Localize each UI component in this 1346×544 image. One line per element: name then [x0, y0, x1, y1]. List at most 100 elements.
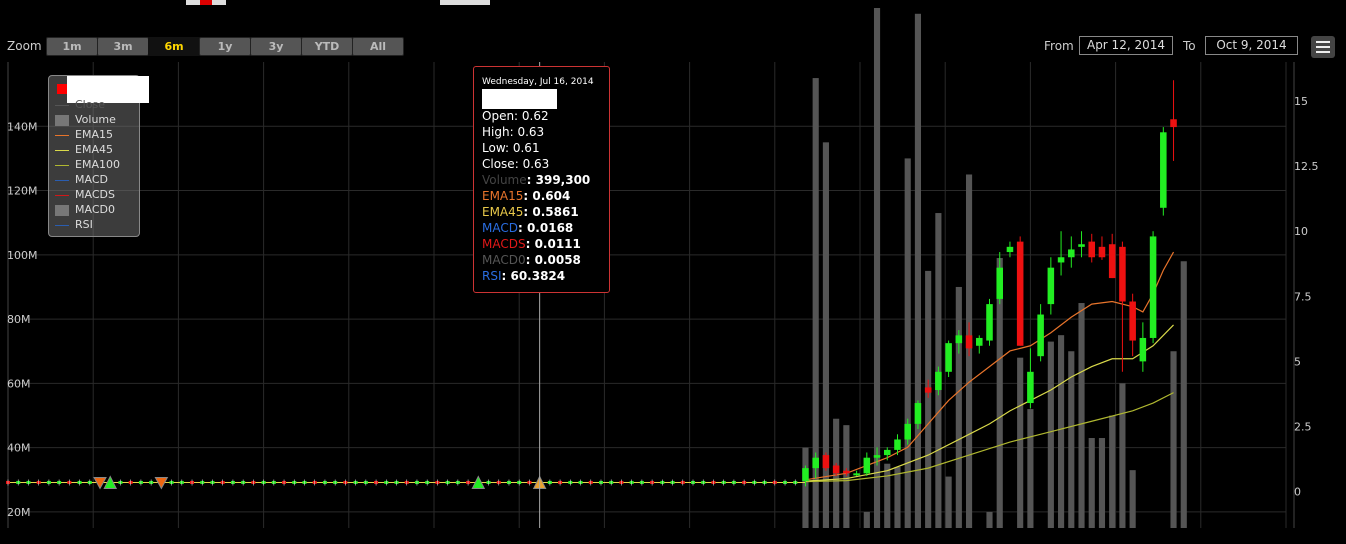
volume-bar: [1047, 341, 1054, 528]
legend-item-close[interactable]: Close: [55, 98, 105, 112]
volume-bar: [955, 286, 962, 528]
right-axis-tick-label: 0: [1294, 486, 1301, 499]
left-axis-tick-label: 140M: [7, 120, 38, 133]
legend-symbol-swatch: [57, 84, 67, 94]
volume-bar: [843, 425, 850, 528]
legend-item-macds[interactable]: MACDS: [55, 188, 115, 202]
volume-bar: [1170, 351, 1177, 528]
volume-bar: [1119, 383, 1126, 528]
legend-item-rsi[interactable]: RSI: [55, 218, 93, 232]
legend-swatch: [55, 179, 69, 181]
candle-body: [812, 457, 819, 469]
left-axis-tick-label: 60M: [7, 377, 31, 390]
volume-bar: [1088, 438, 1095, 528]
tooltip-redacted-box: [482, 89, 557, 109]
legend-item-volume[interactable]: Volume: [55, 113, 116, 127]
chart-legend: Close Volume EMA15 EMA45 EMA100 MACD MACDS MACD…: [48, 75, 149, 237]
legend-item-ema45[interactable]: EMA45: [55, 143, 113, 157]
candle-body: [1119, 246, 1126, 302]
candle-body: [965, 335, 973, 349]
tooltip-close: Close: 0.63: [482, 157, 550, 171]
volume-bar: [1098, 438, 1106, 528]
candle-body: [996, 267, 1003, 299]
legend-item-macd[interactable]: MACD: [55, 173, 108, 187]
to-label: To: [1183, 39, 1196, 53]
zoom-3m-button[interactable]: 3m: [97, 37, 149, 56]
tooltip-volume: Volume: 399,300: [482, 173, 591, 187]
candle-body: [1088, 241, 1096, 258]
to-date-input[interactable]: Oct 9, 2014: [1205, 36, 1298, 55]
right-axis-tick-label: 12.5: [1294, 160, 1319, 173]
candle-body: [1006, 246, 1014, 253]
right-axis-tick-label: 15: [1294, 95, 1308, 108]
candle-body: [873, 455, 881, 458]
volume-bar: [1078, 303, 1085, 528]
candle-body: [1129, 301, 1136, 341]
candle-body: [1098, 246, 1106, 258]
candle-body: [1170, 119, 1177, 128]
left-axis-tick-label: 120M: [7, 185, 38, 198]
tooltip-ema45: EMA45: 0.5861: [482, 205, 579, 219]
ema45-line: [805, 324, 1174, 482]
left-axis-tick-label: 40M: [7, 442, 31, 455]
legend-swatch: [55, 134, 69, 136]
candle-body: [1078, 244, 1085, 247]
zoom-label: Zoom: [7, 39, 42, 53]
left-axis-tick-label: 100M: [7, 249, 38, 262]
zoom-3y-button[interactable]: 3y: [250, 37, 302, 56]
candle-body: [822, 455, 830, 469]
candle-body: [1108, 244, 1116, 279]
candle-body: [904, 423, 911, 440]
legend-item-macd0[interactable]: MACD0: [55, 203, 115, 217]
legend-swatch: [55, 104, 69, 106]
candle-body: [843, 470, 850, 474]
candle-body: [1047, 267, 1055, 305]
candle-body: [1160, 132, 1167, 208]
candle-body: [832, 465, 840, 474]
candle-body: [1016, 241, 1024, 346]
toolbar-button[interactable]: [440, 0, 490, 5]
candle-body: [1037, 314, 1044, 357]
volume-bar: [925, 270, 932, 528]
legend-item-ema15[interactable]: EMA15: [55, 128, 113, 142]
left-axis-tick-label: 20M: [7, 506, 31, 519]
candle-body: [935, 371, 942, 391]
from-date-input[interactable]: Apr 12, 2014: [1079, 36, 1173, 55]
legend-swatch: [55, 224, 69, 226]
zoom-all-button[interactable]: All: [352, 37, 404, 56]
candle-body: [1027, 371, 1034, 404]
price-chart[interactable]: 20M 40M 60M 80M 100M 120M 140M 0 2.5 5 7.5 10 12.5 15: [0, 0, 1346, 544]
right-axis-tick-label: 7.5: [1294, 290, 1312, 303]
volume-bar: [986, 511, 993, 528]
hamburger-icon[interactable]: [1311, 36, 1335, 58]
candle-body: [955, 335, 963, 344]
volume-bar: [945, 476, 952, 528]
tooltip-high: High: 0.63: [482, 125, 545, 139]
candle-body: [894, 439, 901, 450]
candle-body: [1139, 337, 1147, 362]
tooltip-macds: MACDS: 0.0111: [482, 237, 581, 251]
volume-bar: [1017, 357, 1024, 528]
zoom-1m-button[interactable]: 1m: [46, 37, 98, 56]
legend-swatch: [55, 204, 69, 216]
volume-bar: [1180, 261, 1187, 528]
ohlc-tooltip: Wednesday, Jul 16, 2014 Open: 0.62 High:…: [473, 66, 610, 293]
zoom-1y-button[interactable]: 1y: [199, 37, 251, 56]
zoom-ytd-button[interactable]: YTD: [301, 37, 353, 56]
volume-bar: [1027, 409, 1034, 528]
volume-bar: [914, 13, 922, 529]
flat-price-band: [6, 479, 806, 486]
tooltip-ema15: EMA15: 0.604: [482, 189, 571, 203]
tooltip-macd0: MACD0: 0.0058: [482, 253, 581, 267]
tooltip-date: Wednesday, Jul 16, 2014: [482, 77, 594, 87]
volume-bar: [884, 463, 891, 528]
legend-swatch: [55, 164, 69, 166]
legend-swatch: [55, 149, 69, 151]
zoom-6m-button[interactable]: 6m: [148, 37, 200, 56]
toolbar-color-swatch[interactable]: [200, 0, 212, 5]
legend-item-ema100[interactable]: EMA100: [55, 158, 120, 172]
candle-body: [1149, 236, 1157, 338]
tooltip-rsi: RSI: 60.3824: [482, 269, 566, 283]
top-toolbar-strip: [0, 0, 1346, 8]
right-axis-tick-label: 2.5: [1294, 420, 1312, 433]
